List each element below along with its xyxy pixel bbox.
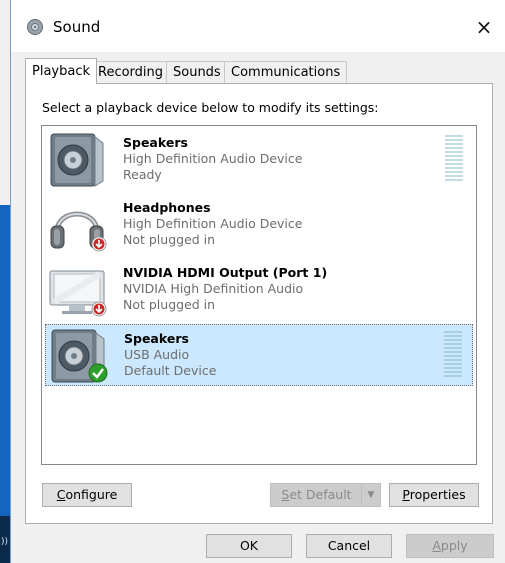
apply-button[interactable]: Apply bbox=[406, 534, 494, 558]
ok-button[interactable]: OK bbox=[206, 534, 292, 558]
device-name: Headphones bbox=[123, 200, 211, 215]
speaker-icon bbox=[27, 19, 43, 35]
device-driver: NVIDIA High Definition Audio bbox=[123, 281, 304, 296]
tab-recording[interactable]: Recording bbox=[91, 61, 171, 83]
set-default-label: et Default bbox=[289, 487, 352, 502]
device-status: Ready bbox=[123, 167, 162, 182]
device-speakers-usb[interactable]: Speakers USB Audio Default Device bbox=[45, 324, 473, 386]
tab-sounds[interactable]: Sounds bbox=[166, 61, 228, 83]
apply-label: pply bbox=[440, 538, 468, 553]
device-status: Not plugged in bbox=[123, 232, 216, 247]
window-title: Sound bbox=[53, 18, 101, 36]
device-nvidia-hdmi[interactable]: NVIDIA HDMI Output (Port 1) NVIDIA High … bbox=[45, 259, 473, 321]
close-icon: × bbox=[475, 15, 493, 39]
instructions-text: Select a playback device below to modify… bbox=[42, 100, 379, 115]
device-status: Default Device bbox=[124, 363, 217, 378]
tab-communications[interactable]: Communications bbox=[224, 61, 348, 83]
device-driver: USB Audio bbox=[124, 347, 190, 362]
set-default-button[interactable]: Set Default ▼ bbox=[270, 483, 381, 507]
device-driver: High Definition Audio Device bbox=[123, 151, 303, 166]
volume-meter bbox=[445, 135, 463, 185]
device-speakers-hd[interactable]: Speakers High Definition Audio Device Re… bbox=[45, 129, 473, 191]
configure-label: onfigure bbox=[65, 487, 118, 502]
chevron-down-icon[interactable]: ▼ bbox=[361, 484, 380, 506]
playback-panel: Select a playback device below to modify… bbox=[25, 83, 493, 524]
properties-button[interactable]: Properties bbox=[389, 483, 479, 507]
configure-button[interactable]: Configure bbox=[42, 483, 132, 507]
device-name: NVIDIA HDMI Output (Port 1) bbox=[123, 265, 328, 280]
taskbar-volume-glyph: )) bbox=[1, 537, 9, 547]
device-name: Speakers bbox=[123, 135, 188, 150]
device-status: Not plugged in bbox=[123, 297, 216, 312]
default-check-icon bbox=[88, 363, 108, 383]
device-driver: High Definition Audio Device bbox=[123, 216, 303, 231]
device-name: Speakers bbox=[124, 331, 189, 346]
title-bar: Sound × bbox=[11, 0, 505, 52]
device-headphones[interactable]: Headphones High Definition Audio Device … bbox=[45, 194, 473, 256]
apply-mnemonic: A bbox=[432, 538, 441, 553]
close-button[interactable]: × bbox=[469, 12, 499, 42]
unplugged-arrow-icon bbox=[91, 236, 107, 252]
device-list[interactable]: Speakers High Definition Audio Device Re… bbox=[41, 125, 477, 465]
volume-meter bbox=[444, 331, 462, 381]
unplugged-arrow-icon bbox=[91, 301, 107, 317]
sound-dialog: Sound × Playback Recording Sounds Commun… bbox=[10, 0, 505, 563]
tab-playback[interactable]: Playback bbox=[25, 58, 98, 84]
cancel-button[interactable]: Cancel bbox=[306, 534, 392, 558]
properties-label: roperties bbox=[409, 487, 466, 502]
speaker-icon bbox=[50, 133, 104, 187]
properties-mnemonic: P bbox=[402, 487, 410, 502]
